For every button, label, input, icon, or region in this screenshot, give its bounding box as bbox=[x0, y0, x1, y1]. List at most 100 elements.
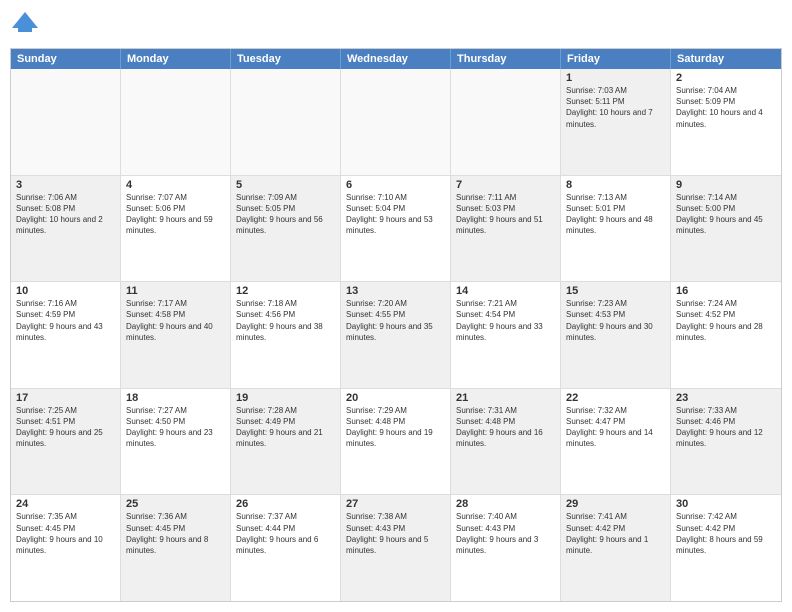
day-number: 19 bbox=[236, 392, 335, 404]
calendar-cell: 13Sunrise: 7:20 AM Sunset: 4:55 PM Dayli… bbox=[341, 282, 451, 388]
day-number: 5 bbox=[236, 179, 335, 191]
logo bbox=[10, 10, 42, 40]
calendar-cell bbox=[451, 69, 561, 175]
calendar-cell: 24Sunrise: 7:35 AM Sunset: 4:45 PM Dayli… bbox=[11, 495, 121, 601]
day-number: 16 bbox=[676, 285, 776, 297]
cal-header-day: Monday bbox=[121, 49, 231, 69]
day-number: 22 bbox=[566, 392, 665, 404]
day-info: Sunrise: 7:27 AM Sunset: 4:50 PM Dayligh… bbox=[126, 405, 225, 450]
day-number: 27 bbox=[346, 498, 445, 510]
day-info: Sunrise: 7:16 AM Sunset: 4:59 PM Dayligh… bbox=[16, 298, 115, 343]
calendar-cell: 25Sunrise: 7:36 AM Sunset: 4:45 PM Dayli… bbox=[121, 495, 231, 601]
calendar-cell bbox=[341, 69, 451, 175]
day-info: Sunrise: 7:40 AM Sunset: 4:43 PM Dayligh… bbox=[456, 511, 555, 556]
day-info: Sunrise: 7:28 AM Sunset: 4:49 PM Dayligh… bbox=[236, 405, 335, 450]
calendar-cell: 23Sunrise: 7:33 AM Sunset: 4:46 PM Dayli… bbox=[671, 389, 781, 495]
day-info: Sunrise: 7:06 AM Sunset: 5:08 PM Dayligh… bbox=[16, 192, 115, 237]
day-info: Sunrise: 7:10 AM Sunset: 5:04 PM Dayligh… bbox=[346, 192, 445, 237]
day-number: 1 bbox=[566, 72, 665, 84]
calendar-row: 1Sunrise: 7:03 AM Sunset: 5:11 PM Daylig… bbox=[11, 69, 781, 176]
calendar-cell: 4Sunrise: 7:07 AM Sunset: 5:06 PM Daylig… bbox=[121, 176, 231, 282]
day-number: 15 bbox=[566, 285, 665, 297]
calendar-cell: 28Sunrise: 7:40 AM Sunset: 4:43 PM Dayli… bbox=[451, 495, 561, 601]
calendar-cell: 22Sunrise: 7:32 AM Sunset: 4:47 PM Dayli… bbox=[561, 389, 671, 495]
day-info: Sunrise: 7:24 AM Sunset: 4:52 PM Dayligh… bbox=[676, 298, 776, 343]
day-number: 29 bbox=[566, 498, 665, 510]
calendar-cell: 18Sunrise: 7:27 AM Sunset: 4:50 PM Dayli… bbox=[121, 389, 231, 495]
day-number: 9 bbox=[676, 179, 776, 191]
day-info: Sunrise: 7:36 AM Sunset: 4:45 PM Dayligh… bbox=[126, 511, 225, 556]
cal-header-day: Tuesday bbox=[231, 49, 341, 69]
calendar-cell: 2Sunrise: 7:04 AM Sunset: 5:09 PM Daylig… bbox=[671, 69, 781, 175]
day-info: Sunrise: 7:11 AM Sunset: 5:03 PM Dayligh… bbox=[456, 192, 555, 237]
day-number: 7 bbox=[456, 179, 555, 191]
day-info: Sunrise: 7:33 AM Sunset: 4:46 PM Dayligh… bbox=[676, 405, 776, 450]
calendar-cell: 1Sunrise: 7:03 AM Sunset: 5:11 PM Daylig… bbox=[561, 69, 671, 175]
day-number: 26 bbox=[236, 498, 335, 510]
calendar-cell: 8Sunrise: 7:13 AM Sunset: 5:01 PM Daylig… bbox=[561, 176, 671, 282]
day-number: 25 bbox=[126, 498, 225, 510]
day-number: 4 bbox=[126, 179, 225, 191]
cal-header-day: Sunday bbox=[11, 49, 121, 69]
day-info: Sunrise: 7:18 AM Sunset: 4:56 PM Dayligh… bbox=[236, 298, 335, 343]
day-info: Sunrise: 7:21 AM Sunset: 4:54 PM Dayligh… bbox=[456, 298, 555, 343]
calendar-cell: 26Sunrise: 7:37 AM Sunset: 4:44 PM Dayli… bbox=[231, 495, 341, 601]
calendar-body: 1Sunrise: 7:03 AM Sunset: 5:11 PM Daylig… bbox=[11, 69, 781, 601]
day-info: Sunrise: 7:04 AM Sunset: 5:09 PM Dayligh… bbox=[676, 85, 776, 130]
day-number: 8 bbox=[566, 179, 665, 191]
calendar-cell bbox=[231, 69, 341, 175]
day-number: 10 bbox=[16, 285, 115, 297]
day-info: Sunrise: 7:13 AM Sunset: 5:01 PM Dayligh… bbox=[566, 192, 665, 237]
day-number: 12 bbox=[236, 285, 335, 297]
day-info: Sunrise: 7:17 AM Sunset: 4:58 PM Dayligh… bbox=[126, 298, 225, 343]
calendar-row: 10Sunrise: 7:16 AM Sunset: 4:59 PM Dayli… bbox=[11, 282, 781, 389]
calendar-cell: 3Sunrise: 7:06 AM Sunset: 5:08 PM Daylig… bbox=[11, 176, 121, 282]
calendar-cell: 27Sunrise: 7:38 AM Sunset: 4:43 PM Dayli… bbox=[341, 495, 451, 601]
day-info: Sunrise: 7:42 AM Sunset: 4:42 PM Dayligh… bbox=[676, 511, 776, 556]
cal-header-day: Thursday bbox=[451, 49, 561, 69]
calendar-cell: 21Sunrise: 7:31 AM Sunset: 4:48 PM Dayli… bbox=[451, 389, 561, 495]
day-number: 21 bbox=[456, 392, 555, 404]
day-info: Sunrise: 7:20 AM Sunset: 4:55 PM Dayligh… bbox=[346, 298, 445, 343]
calendar-cell: 6Sunrise: 7:10 AM Sunset: 5:04 PM Daylig… bbox=[341, 176, 451, 282]
day-info: Sunrise: 7:23 AM Sunset: 4:53 PM Dayligh… bbox=[566, 298, 665, 343]
day-number: 3 bbox=[16, 179, 115, 191]
day-number: 20 bbox=[346, 392, 445, 404]
calendar-row: 3Sunrise: 7:06 AM Sunset: 5:08 PM Daylig… bbox=[11, 176, 781, 283]
calendar-cell: 29Sunrise: 7:41 AM Sunset: 4:42 PM Dayli… bbox=[561, 495, 671, 601]
day-info: Sunrise: 7:41 AM Sunset: 4:42 PM Dayligh… bbox=[566, 511, 665, 556]
day-info: Sunrise: 7:25 AM Sunset: 4:51 PM Dayligh… bbox=[16, 405, 115, 450]
calendar-cell: 12Sunrise: 7:18 AM Sunset: 4:56 PM Dayli… bbox=[231, 282, 341, 388]
calendar-cell: 5Sunrise: 7:09 AM Sunset: 5:05 PM Daylig… bbox=[231, 176, 341, 282]
day-info: Sunrise: 7:07 AM Sunset: 5:06 PM Dayligh… bbox=[126, 192, 225, 237]
day-number: 28 bbox=[456, 498, 555, 510]
day-number: 24 bbox=[16, 498, 115, 510]
day-number: 6 bbox=[346, 179, 445, 191]
calendar: SundayMondayTuesdayWednesdayThursdayFrid… bbox=[10, 48, 782, 602]
day-number: 11 bbox=[126, 285, 225, 297]
day-number: 2 bbox=[676, 72, 776, 84]
day-info: Sunrise: 7:03 AM Sunset: 5:11 PM Dayligh… bbox=[566, 85, 665, 130]
calendar-cell: 9Sunrise: 7:14 AM Sunset: 5:00 PM Daylig… bbox=[671, 176, 781, 282]
calendar-cell: 20Sunrise: 7:29 AM Sunset: 4:48 PM Dayli… bbox=[341, 389, 451, 495]
day-info: Sunrise: 7:14 AM Sunset: 5:00 PM Dayligh… bbox=[676, 192, 776, 237]
page: SundayMondayTuesdayWednesdayThursdayFrid… bbox=[0, 0, 792, 612]
day-number: 18 bbox=[126, 392, 225, 404]
calendar-cell: 14Sunrise: 7:21 AM Sunset: 4:54 PM Dayli… bbox=[451, 282, 561, 388]
day-number: 30 bbox=[676, 498, 776, 510]
calendar-cell: 19Sunrise: 7:28 AM Sunset: 4:49 PM Dayli… bbox=[231, 389, 341, 495]
day-info: Sunrise: 7:31 AM Sunset: 4:48 PM Dayligh… bbox=[456, 405, 555, 450]
day-info: Sunrise: 7:37 AM Sunset: 4:44 PM Dayligh… bbox=[236, 511, 335, 556]
day-number: 13 bbox=[346, 285, 445, 297]
calendar-cell: 17Sunrise: 7:25 AM Sunset: 4:51 PM Dayli… bbox=[11, 389, 121, 495]
day-number: 14 bbox=[456, 285, 555, 297]
calendar-cell bbox=[11, 69, 121, 175]
header bbox=[10, 10, 782, 40]
day-number: 23 bbox=[676, 392, 776, 404]
calendar-cell bbox=[121, 69, 231, 175]
day-info: Sunrise: 7:29 AM Sunset: 4:48 PM Dayligh… bbox=[346, 405, 445, 450]
logo-icon bbox=[10, 10, 40, 40]
calendar-row: 17Sunrise: 7:25 AM Sunset: 4:51 PM Dayli… bbox=[11, 389, 781, 496]
calendar-cell: 15Sunrise: 7:23 AM Sunset: 4:53 PM Dayli… bbox=[561, 282, 671, 388]
day-info: Sunrise: 7:38 AM Sunset: 4:43 PM Dayligh… bbox=[346, 511, 445, 556]
